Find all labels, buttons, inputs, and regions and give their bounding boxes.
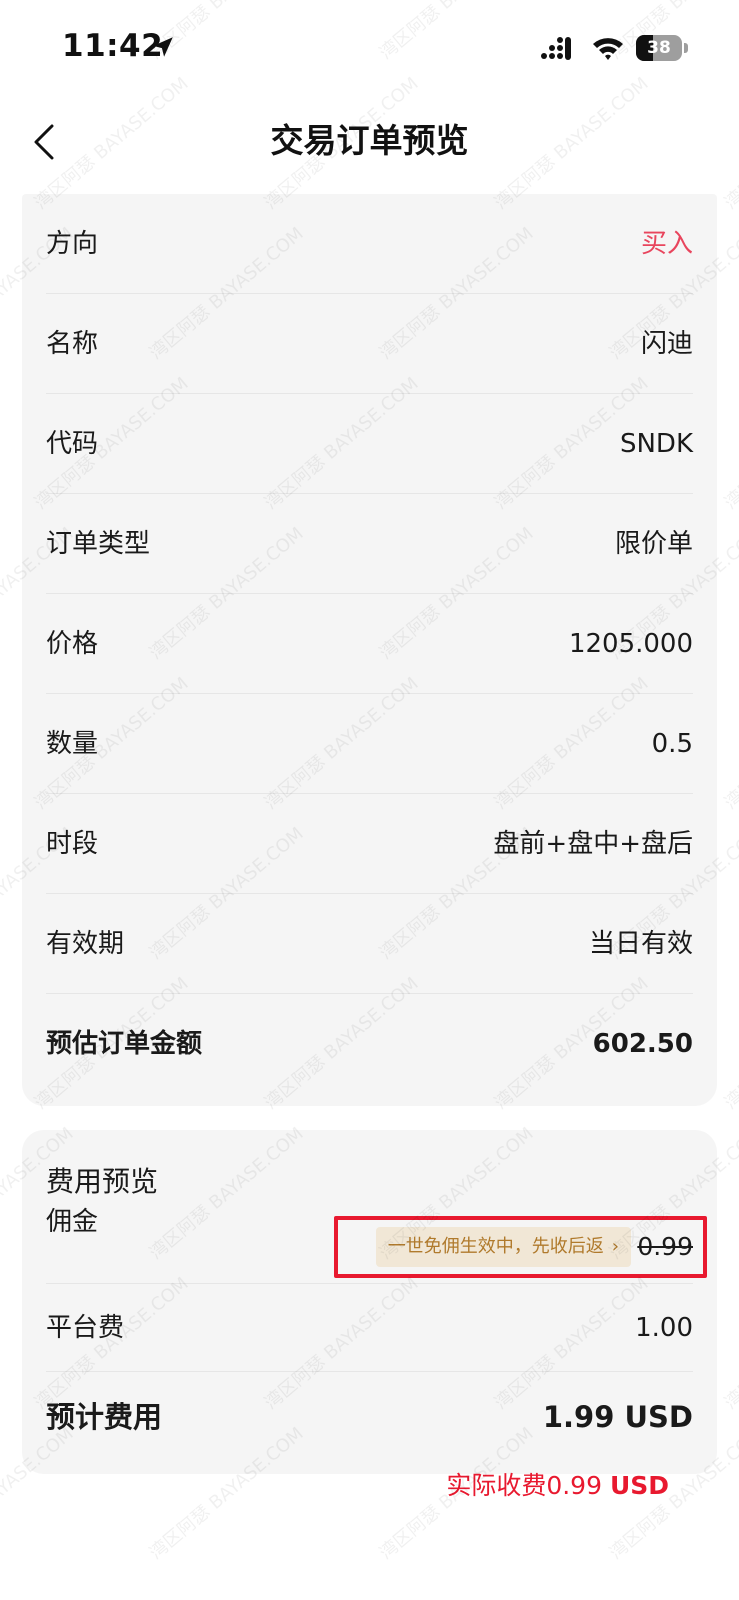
symbol-value: SNDK bbox=[619, 429, 693, 459]
watermark-text: 湾区阿瑟 BAYASE.COM bbox=[721, 373, 739, 514]
row-label: 价格 bbox=[46, 629, 99, 659]
platform-fee-value: 1.00 bbox=[635, 1313, 693, 1343]
row-label: 有效期 bbox=[46, 929, 125, 959]
row-name: 名称 闪迪 bbox=[46, 294, 693, 394]
order-details-card: 方向 买入 名称 闪迪 代码 SNDK 订单类型 限价单 价格 1205.000… bbox=[22, 194, 717, 1106]
watermark-text: 湾区阿瑟 BAYASE.COM bbox=[721, 973, 739, 1114]
row-label: 数量 bbox=[46, 729, 99, 759]
watermark-text: 湾区阿瑟 BAYASE.COM bbox=[721, 673, 739, 814]
estimated-amount-value: 602.50 bbox=[592, 1029, 693, 1059]
row-label: 代码 bbox=[46, 429, 99, 459]
actual-charge-annotation: 实际收费0.99 USD bbox=[446, 1468, 669, 1504]
row-label: 名称 bbox=[46, 329, 99, 359]
row-label: 方向 bbox=[46, 229, 99, 259]
annotation-highlight-box bbox=[334, 1216, 707, 1278]
row-validity: 有效期 当日有效 bbox=[46, 894, 693, 994]
row-symbol: 代码 SNDK bbox=[46, 394, 693, 494]
row-quantity: 数量 0.5 bbox=[46, 694, 693, 794]
row-direction: 方向 买入 bbox=[46, 194, 693, 294]
validity-value: 当日有效 bbox=[588, 929, 693, 959]
wifi-icon bbox=[593, 38, 623, 60]
actual-charge-text: 实际收费0.99 bbox=[446, 1471, 602, 1500]
nav-bar: 交易订单预览 bbox=[0, 100, 739, 186]
name-value: 闪迪 bbox=[640, 329, 693, 359]
quantity-value: 0.5 bbox=[651, 729, 693, 759]
row-order-type: 订单类型 限价单 bbox=[46, 494, 693, 594]
order-type-value: 限价单 bbox=[614, 529, 693, 559]
direction-value: 买入 bbox=[640, 229, 693, 259]
estimated-fee-value: 1.99 USD bbox=[542, 1400, 693, 1434]
battery-level: 38 bbox=[647, 38, 671, 58]
commission-label: 佣金 bbox=[46, 1207, 99, 1237]
estimated-fee-label: 预计费用 bbox=[46, 1400, 163, 1434]
row-session: 时段 盘前+盘中+盘后 bbox=[46, 794, 693, 894]
row-label: 订单类型 bbox=[46, 529, 151, 559]
row-estimated-fee: 预计费用 1.99 USD bbox=[46, 1372, 693, 1462]
location-arrow-icon bbox=[153, 37, 173, 57]
row-label: 时段 bbox=[46, 829, 99, 859]
cellular-signal-icon bbox=[541, 37, 571, 60]
order-preview-screen: 11:42 38 交易订单预览 方向 买入 名称 闪迪 代码 SNDK 订单类型… bbox=[0, 0, 739, 1600]
battery-indicator: 38 bbox=[636, 35, 688, 61]
row-label: 预估订单金额 bbox=[46, 1029, 203, 1059]
row-price: 价格 1205.000 bbox=[46, 594, 693, 694]
row-platform-fee: 平台费 1.00 bbox=[46, 1284, 693, 1372]
platform-fee-label: 平台费 bbox=[46, 1313, 125, 1343]
row-estimated-amount: 预估订单金额 602.50 bbox=[46, 994, 693, 1094]
price-value: 1205.000 bbox=[568, 629, 693, 659]
status-time: 11:42 bbox=[62, 28, 164, 64]
session-value: 盘前+盘中+盘后 bbox=[493, 829, 693, 859]
fee-preview-card: 费用预览 佣金 一世免佣生效中，先收后返 › 0.99 平台费 1.00 预计费用… bbox=[22, 1130, 717, 1474]
actual-charge-unit: USD bbox=[609, 1471, 669, 1500]
watermark-text: 湾区阿瑟 BAYASE.COM bbox=[721, 1273, 739, 1414]
page-title: 交易订单预览 bbox=[270, 121, 469, 160]
status-bar: 11:42 38 bbox=[0, 0, 739, 100]
